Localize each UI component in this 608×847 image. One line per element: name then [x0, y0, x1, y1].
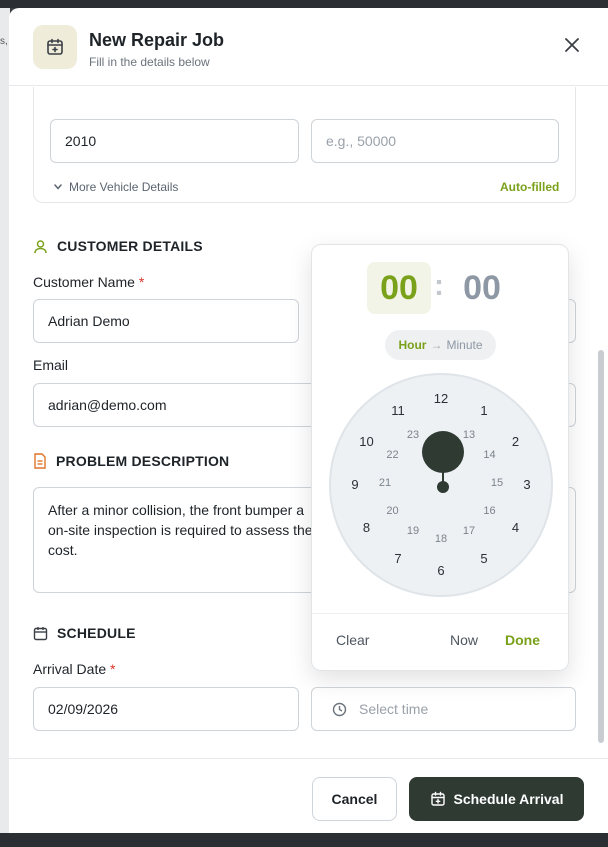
hour-4[interactable]: 4 — [503, 520, 527, 536]
more-details-label: More Vehicle Details — [69, 180, 179, 194]
hour-3[interactable]: 3 — [515, 477, 539, 493]
schedule-heading: SCHEDULE — [33, 625, 136, 641]
hour-18[interactable]: 18 — [429, 533, 453, 549]
customer-name-input[interactable]: Adrian Demo — [33, 299, 299, 343]
clock-dial[interactable]: 12 1 2 3 4 5 6 7 8 9 10 11 13 14 15 16 17 18 19 20 21 22 23 — [329, 373, 553, 597]
hour-10[interactable]: 10 — [355, 434, 379, 450]
time-separator: : — [434, 269, 444, 302]
arrival-time-input[interactable]: Select time — [311, 687, 576, 731]
customer-details-title: CUSTOMER DETAILS — [57, 238, 203, 254]
hour-6[interactable]: 6 — [429, 563, 453, 579]
hour-15[interactable]: 15 — [485, 477, 509, 493]
mileage-input[interactable]: e.g., 50000 — [311, 119, 559, 163]
calendar-icon — [33, 626, 48, 640]
clear-button[interactable]: Clear — [336, 632, 369, 648]
schedule-arrival-label: Schedule Arrival — [453, 791, 564, 807]
modal-header: New Repair Job Fill in the details below — [9, 8, 608, 86]
hour-display[interactable]: 00 — [367, 262, 431, 314]
hour-7[interactable]: 7 — [386, 551, 410, 567]
required-asterisk: * — [138, 274, 145, 290]
modal-title: New Repair Job — [89, 30, 225, 50]
scrollbar-thumb[interactable] — [598, 350, 604, 743]
more-vehicle-details-toggle[interactable]: More Vehicle Details — [53, 180, 178, 194]
schedule-arrival-button[interactable]: Schedule Arrival — [409, 777, 584, 821]
clock-center-dot — [437, 481, 449, 493]
mode-indicator: Hour → Minute — [385, 330, 496, 360]
bottom-bar — [0, 833, 608, 847]
mode-next: Minute — [446, 338, 483, 352]
top-bar — [0, 0, 608, 8]
hour-11[interactable]: 11 — [386, 403, 410, 419]
hour-16[interactable]: 16 — [477, 505, 501, 521]
close-icon[interactable] — [562, 35, 582, 55]
arrow-right-icon: → — [430, 338, 443, 352]
modal-footer: Cancel Schedule Arrival — [9, 758, 608, 833]
done-button[interactable]: Done — [505, 632, 540, 648]
hour-20[interactable]: 20 — [381, 505, 405, 521]
hour-12[interactable]: 12 — [429, 391, 453, 407]
hour-14[interactable]: 14 — [477, 449, 501, 465]
clock-icon — [332, 702, 347, 716]
arrival-date-label: Arrival Date * — [33, 661, 115, 677]
time-placeholder: Select time — [359, 701, 429, 717]
background-text-fragment: s, — [0, 36, 8, 47]
hour-23[interactable]: 23 — [401, 429, 425, 445]
hour-22[interactable]: 22 — [381, 449, 405, 465]
mode-active: Hour — [398, 338, 427, 352]
hour-21[interactable]: 21 — [373, 477, 397, 493]
hour-2[interactable]: 2 — [503, 434, 527, 450]
arrival-date-label-text: Arrival Date — [33, 661, 107, 677]
user-icon — [34, 239, 47, 253]
calendar-plus-icon — [33, 25, 77, 69]
email-label: Email — [33, 357, 69, 373]
problem-description-title: PROBLEM DESCRIPTION — [56, 453, 230, 469]
required-asterisk: * — [110, 661, 116, 677]
hour-1[interactable]: 1 — [472, 403, 496, 419]
customer-name-label: Customer Name * — [33, 274, 144, 290]
hour-5[interactable]: 5 — [472, 551, 496, 567]
time-picker-popover: 00 : 00 Hour → Minute 12 1 2 3 4 5 6 7 8 9 10 11 13 1… — [311, 244, 569, 671]
cancel-button[interactable]: Cancel — [312, 777, 397, 821]
modal-subtitle: Fill in the details below — [89, 55, 210, 69]
hour-19[interactable]: 19 — [401, 525, 425, 541]
arrival-date-input[interactable]: 02/09/2026 — [33, 687, 299, 731]
hour-8[interactable]: 8 — [355, 520, 379, 536]
minute-display[interactable]: 00 — [450, 262, 514, 314]
calendar-plus-icon — [430, 791, 445, 806]
customer-details-heading: CUSTOMER DETAILS — [33, 238, 203, 254]
chevron-down-icon — [54, 184, 62, 190]
problem-description-heading: PROBLEM DESCRIPTION — [33, 453, 229, 469]
picker-divider — [312, 613, 568, 614]
hour-13[interactable]: 13 — [457, 429, 481, 445]
schedule-title: SCHEDULE — [57, 625, 136, 641]
hour-17[interactable]: 17 — [457, 525, 481, 541]
now-button[interactable]: Now — [450, 632, 478, 648]
document-icon — [34, 453, 46, 469]
hour-9[interactable]: 9 — [343, 477, 367, 493]
customer-name-label-text: Customer Name — [33, 274, 135, 290]
auto-filled-badge: Auto-filled — [500, 180, 560, 194]
year-input[interactable]: 2010 — [50, 119, 299, 163]
